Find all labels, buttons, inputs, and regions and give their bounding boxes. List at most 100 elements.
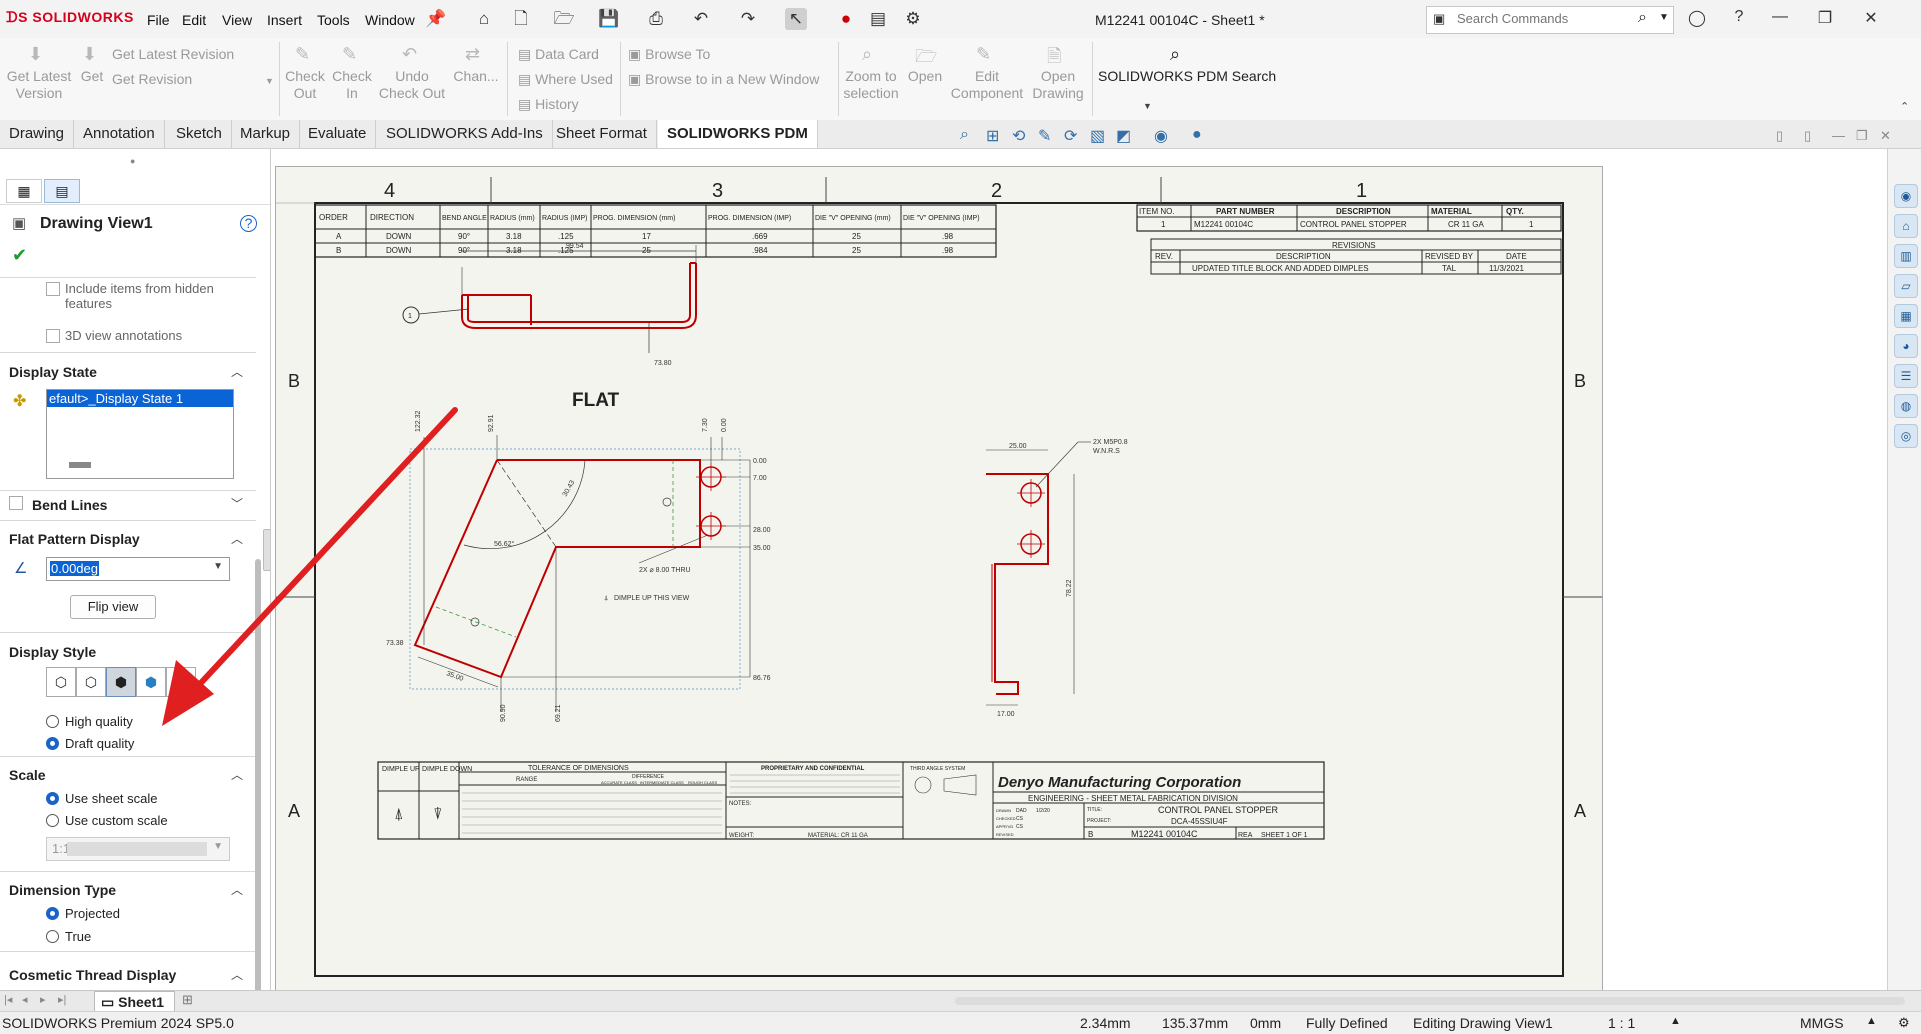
panel-grip-icon[interactable]: ● [130,156,135,166]
pdm-vault-icon[interactable]: ◍ [1894,394,1918,418]
horizontal-scrollbar[interactable] [955,997,1905,1005]
rotate-view-icon[interactable]: ⟳ [1064,126,1077,146]
check-out-button[interactable]: Check Out [283,68,327,102]
previous-view-icon[interactable]: ⟲ [1012,126,1025,146]
hide-show-items-icon[interactable]: ◉ [1154,126,1168,146]
hidden-lines-visible-icon[interactable]: ⬡ [76,667,106,697]
check-in-button[interactable]: Check In [330,68,374,102]
display-style-header[interactable]: Display Style [9,644,96,660]
open-file-icon[interactable]: 🗁 [553,8,575,30]
true-radio[interactable] [46,930,59,943]
chevron-down-icon[interactable]: ▼ [213,561,223,572]
sheet-tab-sheet1[interactable]: ▭ Sheet1 [94,991,176,1013]
cosmetic-thread-display-header[interactable]: Cosmetic Thread Display [9,967,176,983]
help-icon[interactable]: ? [240,215,257,232]
close-icon[interactable]: ✕ [1858,8,1884,28]
feature-manager-tab-icon[interactable]: ▦ [6,179,42,203]
get-revision-dropdown-icon[interactable]: ▼ [265,73,274,90]
flip-view-button[interactable]: Flip view [70,595,156,619]
undo-icon[interactable]: ↶ [690,8,712,30]
draft-quality-radio[interactable] [46,737,59,750]
last-sheet-icon[interactable]: ▸| [58,993,66,1006]
appearance-globe-icon[interactable]: ● [1192,126,1202,144]
menu-window[interactable]: Window [365,12,415,28]
high-quality-radio[interactable] [46,715,59,728]
get-latest-revision-button[interactable]: Get Latest Revision [112,46,234,63]
collapse-chevron-icon[interactable]: ︿ [231,966,243,983]
menu-view[interactable]: View [222,12,252,28]
new-document-icon[interactable]: 🗋 [510,8,532,30]
tab-drawing[interactable]: Drawing [0,120,75,148]
menu-edit[interactable]: Edit [182,12,206,28]
get-button[interactable]: Get [78,68,106,85]
get-revision-button[interactable]: Get Revision [112,71,192,88]
scale-header[interactable]: Scale [9,767,46,783]
include-hidden-checkbox[interactable] [46,282,60,296]
save-icon[interactable]: 💾 [598,8,620,30]
drawing-sheet[interactable]: 4 3 2 1 B A B A ORDER DIRECTION BEND ANG… [275,166,1603,992]
pm-splitter-handle[interactable] [263,529,270,571]
solidworks-logo[interactable]: ᗪS SOLIDWORKS [6,9,134,26]
search-commands[interactable]: ▣ ⌕ ▼ [1426,6,1674,34]
tab-solidworks-pdm[interactable]: SOLIDWORKS PDM [658,120,818,148]
shaded-with-edges-icon[interactable]: ⬢ [136,667,166,697]
use-sheet-scale-radio[interactable] [46,792,59,805]
chevron-down-icon[interactable]: ▼ [1659,12,1669,23]
tile-right-icon[interactable]: ▯ [1804,128,1811,144]
expand-chevron-icon[interactable]: ﹀ [231,495,243,512]
view-palette-icon[interactable]: ▦ [1894,304,1918,328]
print-icon[interactable]: ⎙ [645,8,667,30]
bend-lines-header[interactable]: Bend Lines [32,497,107,513]
browse-new-window-button[interactable]: ▣ Browse to in a New Window [628,71,819,88]
data-card-button[interactable]: ▤ Data Card [518,46,599,63]
wireframe-icon[interactable]: ⬡ [46,667,76,697]
home-icon[interactable]: ⌂ [473,8,495,30]
get-latest-version-button[interactable]: Get Latest Version [4,68,74,102]
menu-insert[interactable]: Insert [267,12,302,28]
customize-status-icon[interactable]: ⚙ [1898,1015,1910,1031]
tile-left-icon[interactable]: ▯ [1776,128,1783,144]
browse-to-button[interactable]: ▣ Browse To [628,46,710,63]
restore-icon[interactable]: ❐ [1812,8,1838,28]
pdm-search-icon[interactable]: ◎ [1894,424,1918,448]
collapse-chevron-icon[interactable]: ︿ [231,363,243,380]
first-sheet-icon[interactable]: |◂ [4,993,12,1006]
scale-dropdown-icon[interactable]: ▲ [1670,1015,1681,1027]
sheet-scale[interactable]: 1 : 1 [1608,1015,1635,1031]
display-state-item[interactable]: efault>_Display State 1 [47,390,233,407]
bend-lines-checkbox[interactable] [9,496,23,510]
change-state-button[interactable]: Chan... [452,68,500,85]
options-gear-icon[interactable]: ⚙ [902,8,924,30]
flat-pattern-display-header[interactable]: Flat Pattern Display [9,531,140,547]
add-sheet-icon[interactable]: ⊞ [182,992,193,1008]
file-properties-icon[interactable]: ▤ [867,8,889,30]
pdm-search-dropdown-icon[interactable]: ▼ [1143,101,1152,111]
collapse-chevron-icon[interactable]: ︿ [231,530,243,547]
dynamic-annotation-icon[interactable]: ✎ [1038,126,1051,146]
custom-scale-select[interactable]: 1:1 ▼ [46,837,230,861]
where-used-button[interactable]: ▤ Where Used [518,71,613,88]
open-drawing-button[interactable]: Open Drawing [1030,68,1086,102]
viewport-restore-icon[interactable]: ❐ [1856,128,1868,144]
zoom-to-area-icon[interactable]: ⊞ [986,126,999,146]
custom-properties-icon[interactable]: ☰ [1894,364,1918,388]
help-icon[interactable]: ? [1726,8,1752,26]
home-icon[interactable]: ⌂ [1894,214,1918,238]
display-state-header[interactable]: Display State [9,364,97,380]
search-input[interactable] [1455,10,1619,27]
user-account-icon[interactable]: ◯ [1684,8,1710,28]
section-view-icon[interactable]: ▧ [1090,126,1105,146]
redo-icon[interactable]: ↷ [737,8,759,30]
menu-file[interactable]: File [147,12,170,28]
history-button[interactable]: ▤ History [518,96,579,113]
select-arrow-icon[interactable]: ↖ [785,8,807,30]
solidworks-resources-icon[interactable]: ◉ [1894,184,1918,208]
appearances-icon[interactable]: ◕ [1894,334,1918,358]
use-custom-scale-radio[interactable] [46,814,59,827]
search-icon[interactable]: ⌕ [1638,9,1647,27]
view-orientation-icon[interactable]: ◩ [1116,126,1131,146]
zoom-to-fit-icon[interactable]: ⌕ [960,126,969,144]
shaded-icon[interactable]: ⬢ [166,667,196,697]
minimize-icon[interactable]: — [1767,8,1793,26]
traffic-light-icon[interactable]: ● [835,8,857,30]
